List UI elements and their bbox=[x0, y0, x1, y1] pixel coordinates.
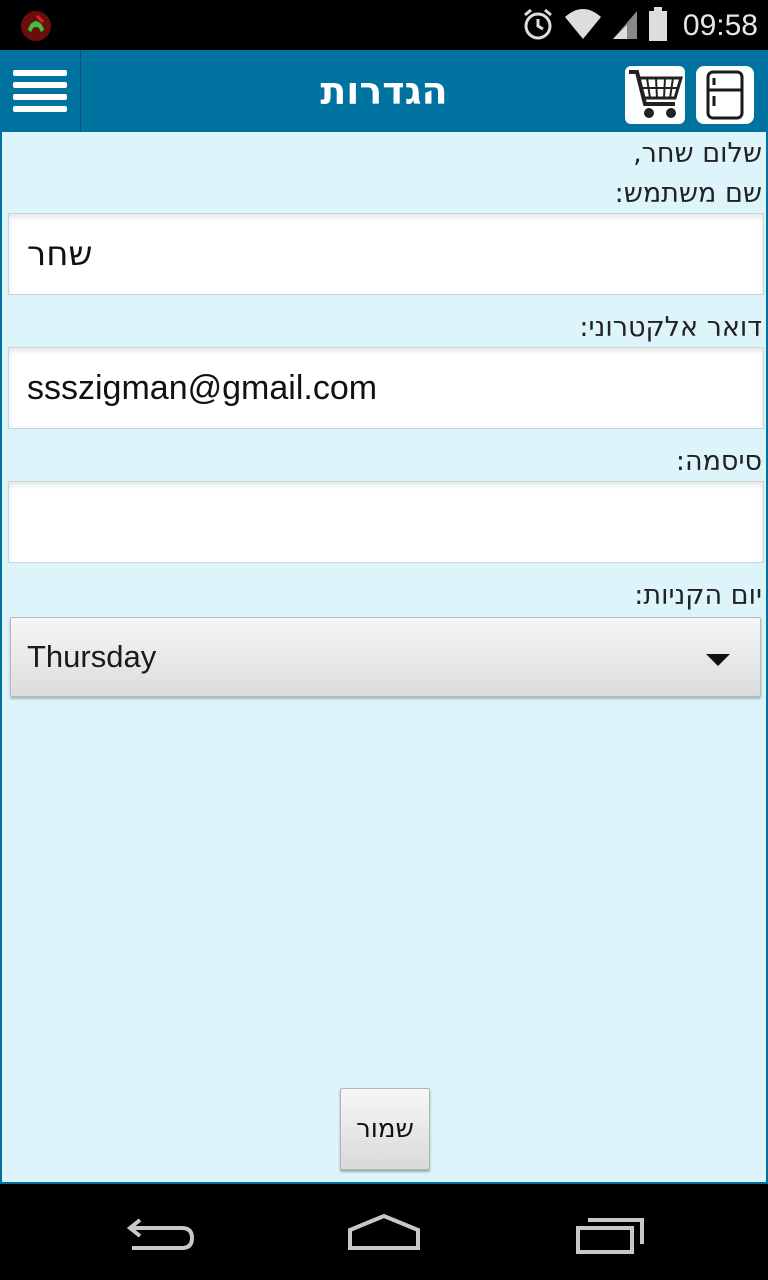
back-button[interactable] bbox=[122, 1208, 202, 1258]
username-label: שם משתמש: bbox=[614, 178, 762, 209]
navigation-bar bbox=[0, 1184, 768, 1280]
status-bar: 09:58 bbox=[0, 0, 768, 50]
email-label: דואר אלקטרוני: bbox=[579, 312, 762, 343]
password-field[interactable] bbox=[8, 481, 764, 563]
email-field[interactable]: ssszigman@gmail.com bbox=[8, 347, 764, 429]
battery-icon bbox=[647, 6, 669, 46]
password-label: סיסמה: bbox=[675, 446, 762, 477]
shopping-day-select[interactable]: Thursday bbox=[10, 617, 761, 697]
alarm-icon bbox=[521, 7, 555, 45]
page-title: הגדרות bbox=[320, 69, 448, 113]
missed-call-icon bbox=[20, 10, 52, 42]
action-bar: הגדרות bbox=[0, 50, 768, 132]
home-button[interactable] bbox=[344, 1208, 424, 1258]
settings-form: שלום שחר, שם משתמש: שחר דואר אלקטרוני: s… bbox=[0, 132, 768, 1184]
save-button[interactable]: שמור bbox=[340, 1088, 430, 1170]
cart-button[interactable] bbox=[625, 66, 685, 124]
status-time: 09:58 bbox=[682, 9, 758, 42]
hamburger-menu-icon bbox=[13, 70, 67, 112]
wifi-icon bbox=[563, 7, 603, 45]
back-icon bbox=[126, 1218, 195, 1250]
status-icons: 09:58 bbox=[521, 6, 758, 46]
dropdown-arrow-icon bbox=[706, 654, 730, 666]
signal-icon bbox=[611, 7, 639, 45]
greeting-text: שלום שחר, bbox=[633, 138, 762, 169]
menu-button[interactable] bbox=[0, 50, 81, 132]
recent-apps-icon bbox=[576, 1218, 644, 1254]
screen: 09:58 הגדרות שלום שחר, שם משתמש: שחר דוא… bbox=[0, 0, 768, 1280]
shopping-day-value: Thursday bbox=[27, 639, 157, 674]
fridge-button[interactable] bbox=[696, 66, 754, 124]
recent-apps-button[interactable] bbox=[572, 1208, 652, 1258]
home-icon bbox=[348, 1213, 420, 1250]
shopping-cart-icon bbox=[629, 70, 683, 118]
shopping-day-label: יום הקניות: bbox=[634, 580, 762, 611]
username-field[interactable]: שחר bbox=[8, 213, 764, 295]
fridge-icon bbox=[706, 70, 744, 120]
